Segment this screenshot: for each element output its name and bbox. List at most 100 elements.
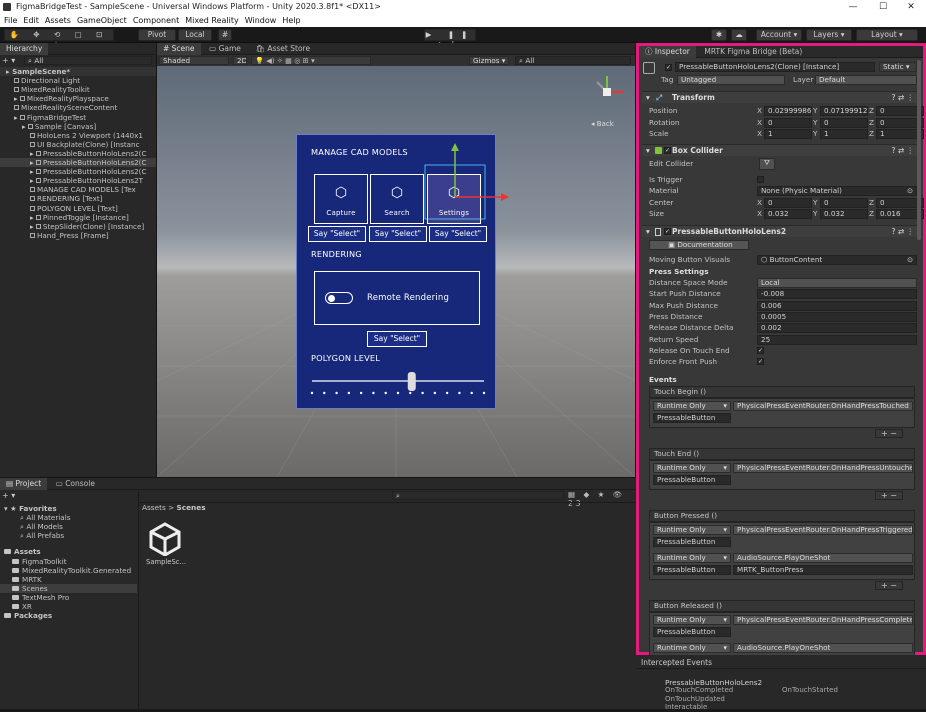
- project-tree-item[interactable]: ▾ ★ Favorites: [0, 504, 137, 513]
- orientation-gizmo[interactable]: [589, 74, 625, 110]
- add-remove-event-button[interactable]: + −: [875, 581, 903, 590]
- cloud-icon[interactable]: ☁: [731, 29, 747, 41]
- hierarchy-row[interactable]: ▸ SampleScene*: [0, 67, 156, 76]
- event-target-field[interactable]: PressableButton: [653, 413, 731, 423]
- collab-icon[interactable]: ✱: [711, 29, 727, 41]
- press-setting-field[interactable]: 0.002: [757, 323, 917, 334]
- breadcrumb-assets[interactable]: Assets: [142, 503, 166, 512]
- collider-center-x-field[interactable]: 0: [764, 198, 812, 208]
- transform-tools[interactable]: ✋ ✥ ⟲ ▢ ⊡ ✦: [4, 29, 114, 49]
- runtime-mode-dropdown[interactable]: Runtime Only ▾: [653, 553, 731, 563]
- transform-x-field[interactable]: 0.02999986: [764, 106, 812, 116]
- event-target-field[interactable]: PressableButton: [653, 475, 731, 485]
- pressable-header[interactable]: ▾ ✓ PressableButtonHoloLens2 ? ⇄ ⋮: [642, 225, 920, 237]
- active-checkbox[interactable]: ✓: [665, 64, 672, 71]
- tab-console[interactable]: ▭ Console: [50, 478, 101, 490]
- component-menu-icon[interactable]: ? ⇄ ⋮: [891, 145, 914, 157]
- transform-y-field[interactable]: 0.07199912: [820, 106, 868, 116]
- transform-x-field[interactable]: 0: [764, 117, 812, 128]
- hierarchy-row[interactable]: UI Backplate(Clone) [Instanc: [0, 140, 156, 149]
- create-asset-button[interactable]: + ▾: [2, 491, 15, 500]
- static-dropdown[interactable]: Static ▾: [879, 62, 917, 72]
- collider-center-y-field[interactable]: 0: [820, 198, 868, 208]
- add-object-button[interactable]: + ▾: [2, 56, 22, 65]
- menu-item-7[interactable]: Help: [282, 16, 300, 25]
- menu-item-1[interactable]: Edit: [23, 16, 39, 25]
- project-tree-item[interactable]: ⌕ All Models: [0, 522, 137, 531]
- material-field[interactable]: None (Physic Material) ⊙: [757, 186, 917, 196]
- is-trigger-checkbox[interactable]: [757, 176, 764, 183]
- event-function-dropdown[interactable]: AudioSource.PlayOneShot: [733, 643, 913, 653]
- maximize-button[interactable]: ☐: [868, 0, 898, 14]
- project-tree-item[interactable]: Packages: [0, 611, 137, 620]
- project-tree-item[interactable]: ⌕ All Prefabs: [0, 531, 137, 540]
- menu-item-5[interactable]: Mixed Reality: [185, 16, 239, 25]
- tab-inspector[interactable]: ⓘ Inspector: [639, 46, 696, 58]
- runtime-mode-dropdown[interactable]: Runtime Only ▾: [653, 615, 731, 625]
- grid-snap-icon[interactable]: #: [218, 29, 232, 41]
- hierarchy-row[interactable]: POLYGON LEVEL [Text]: [0, 204, 156, 213]
- collider-size-y-field[interactable]: 0.032: [820, 209, 868, 219]
- menu-item-3[interactable]: GameObject: [77, 16, 127, 25]
- edit-collider-button[interactable]: ⛛: [759, 158, 775, 170]
- hierarchy-row[interactable]: ▸ FigmaBridgeTest: [0, 113, 156, 122]
- component-menu-icon[interactable]: ? ⇄ ⋮: [891, 226, 914, 238]
- menu-item-4[interactable]: Component: [133, 16, 179, 25]
- hierarchy-row[interactable]: ▸ MixedRealityPlayspace: [0, 94, 156, 103]
- tag-dropdown[interactable]: Untagged: [677, 75, 785, 85]
- project-tree-item[interactable]: MixedRealityToolkit.Generated: [0, 566, 137, 575]
- documentation-button[interactable]: ▣ Documentation: [649, 240, 749, 250]
- add-remove-event-button[interactable]: + −: [875, 491, 903, 500]
- runtime-mode-dropdown[interactable]: Runtime Only ▾: [653, 525, 731, 535]
- press-setting-checkbox[interactable]: ✓: [757, 358, 764, 366]
- tab-mrtk-figma-bridge[interactable]: MRTK Figma Bridge (Beta): [698, 46, 808, 58]
- hierarchy-row[interactable]: MixedRealityToolkit: [0, 85, 156, 94]
- project-tree-item[interactable]: Assets: [0, 547, 137, 556]
- tab-scene[interactable]: # Scene: [157, 43, 201, 55]
- hierarchy-search-input[interactable]: ⌕ All: [24, 56, 152, 65]
- project-tree-item[interactable]: XR: [0, 602, 137, 611]
- event-function-dropdown[interactable]: PhysicalPressEventRouter.OnHandPressTrig…: [733, 525, 913, 535]
- project-tree-item[interactable]: TextMesh Pro: [0, 593, 137, 602]
- runtime-mode-dropdown[interactable]: Runtime Only ▾: [653, 463, 731, 473]
- shading-dropdown[interactable]: Shaded: [159, 56, 229, 65]
- breadcrumb-scenes[interactable]: Scenes: [177, 503, 206, 512]
- hierarchy-row[interactable]: ▸ PressableButtonHoloLens2(C: [0, 149, 156, 158]
- tab-game[interactable]: ▭ Game: [203, 43, 247, 55]
- transform-gizmo[interactable]: [297, 135, 509, 410]
- project-filter-icons[interactable]: ▦ ◆ ★ 👁23: [568, 490, 636, 508]
- inspector-scrollbar[interactable]: [917, 60, 921, 240]
- layer-dropdown[interactable]: Default: [815, 75, 917, 85]
- box-collider-header[interactable]: ▾ ✓ Box Collider ? ⇄ ⋮: [642, 144, 920, 156]
- press-setting-field[interactable]: 25: [757, 334, 917, 345]
- hierarchy-row[interactable]: MixedRealitySceneContent: [0, 103, 156, 112]
- scene-search-input[interactable]: ⌕ All: [515, 56, 631, 65]
- moving-visuals-field[interactable]: ⬡ ButtonContent ⊙: [757, 255, 917, 265]
- layout-dropdown[interactable]: Layout ▾: [856, 29, 918, 41]
- event-function-dropdown[interactable]: PhysicalPressEventRouter.OnHandPressUnto…: [733, 463, 913, 473]
- account-dropdown[interactable]: Account ▾: [756, 29, 802, 41]
- minimize-button[interactable]: —: [838, 0, 868, 14]
- scene-file-label[interactable]: SampleSc...: [146, 558, 186, 566]
- project-tree-item[interactable]: Scenes: [0, 583, 137, 593]
- event-target-field[interactable]: PressableButton: [653, 537, 731, 547]
- object-name-field[interactable]: PressableButtonHoloLens2(Clone) [Instanc…: [675, 62, 875, 72]
- event-target-field[interactable]: PressableButton: [653, 565, 731, 575]
- menu-item-0[interactable]: File: [4, 16, 17, 25]
- tab-hierarchy[interactable]: Hierarchy: [0, 43, 49, 55]
- hierarchy-row[interactable]: ▸ StepSlider(Clone) [Instance]: [0, 222, 156, 231]
- back-label[interactable]: ◂ Back: [591, 120, 614, 128]
- layers-dropdown[interactable]: Layers ▾: [806, 29, 852, 41]
- unity-scene-icon[interactable]: [148, 522, 182, 557]
- press-setting-field[interactable]: 0.0005: [757, 311, 917, 322]
- hierarchy-row[interactable]: ▸ PinnedToggle [Instance]: [0, 213, 156, 222]
- menu-item-2[interactable]: Assets: [45, 16, 71, 25]
- transform-header[interactable]: ▾ ⤢ Transform ? ⇄ ⋮: [642, 91, 920, 103]
- press-setting-checkbox[interactable]: ✓: [757, 346, 764, 354]
- hierarchy-row[interactable]: ▸ PressableButtonHoloLens2(C: [0, 167, 156, 176]
- distance-mode-dropdown[interactable]: Local: [757, 278, 917, 288]
- component-menu-icon[interactable]: ? ⇄ ⋮: [891, 92, 914, 104]
- hierarchy-row[interactable]: MANAGE CAD MODELS [Tex: [0, 185, 156, 194]
- event-function-dropdown[interactable]: PhysicalPressEventRouter.OnHandPressTouc…: [733, 401, 913, 411]
- hierarchy-row[interactable]: HoloLens 2 Viewport (1440x1: [0, 131, 156, 140]
